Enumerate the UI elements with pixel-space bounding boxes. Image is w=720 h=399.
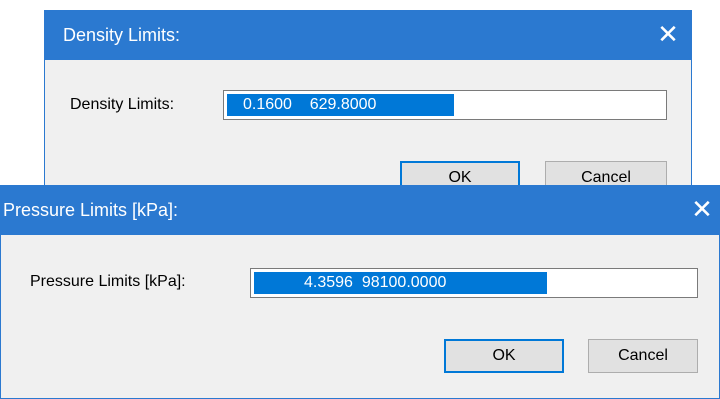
close-icon[interactable]: ✕	[645, 11, 691, 60]
density-cancel-button[interactable]: Cancel	[545, 161, 667, 187]
pressure-dialog-title: Pressure Limits [kPa]:	[3, 200, 179, 220]
density-limits-label: Density Limits:	[70, 96, 175, 113]
pressure-limits-label: Pressure Limits [kPa]:	[30, 273, 186, 290]
pressure-limits-value: 4.3596 98100.0000	[254, 272, 547, 294]
density-limits-dialog: Density Limits: ✕ Density Limits: 0.1600…	[44, 10, 692, 188]
pressure-limits-input[interactable]: 4.3596 98100.0000	[250, 268, 698, 298]
pressure-cancel-button[interactable]: Cancel	[588, 339, 698, 373]
density-ok-button[interactable]: OK	[400, 161, 520, 187]
pressure-dialog-titlebar[interactable]: Pressure Limits [kPa]: ✕	[1, 186, 719, 235]
pressure-ok-button[interactable]: OK	[444, 339, 564, 373]
pressure-limits-dialog: Pressure Limits [kPa]: ✕ Pressure Limits…	[0, 185, 720, 399]
close-icon[interactable]: ✕	[679, 186, 719, 235]
density-limits-value: 0.1600 629.8000	[227, 94, 454, 116]
density-dialog-title: Density Limits:	[63, 25, 181, 45]
density-dialog-titlebar[interactable]: Density Limits: ✕	[45, 11, 691, 60]
density-limits-input[interactable]: 0.1600 629.8000	[223, 90, 667, 120]
